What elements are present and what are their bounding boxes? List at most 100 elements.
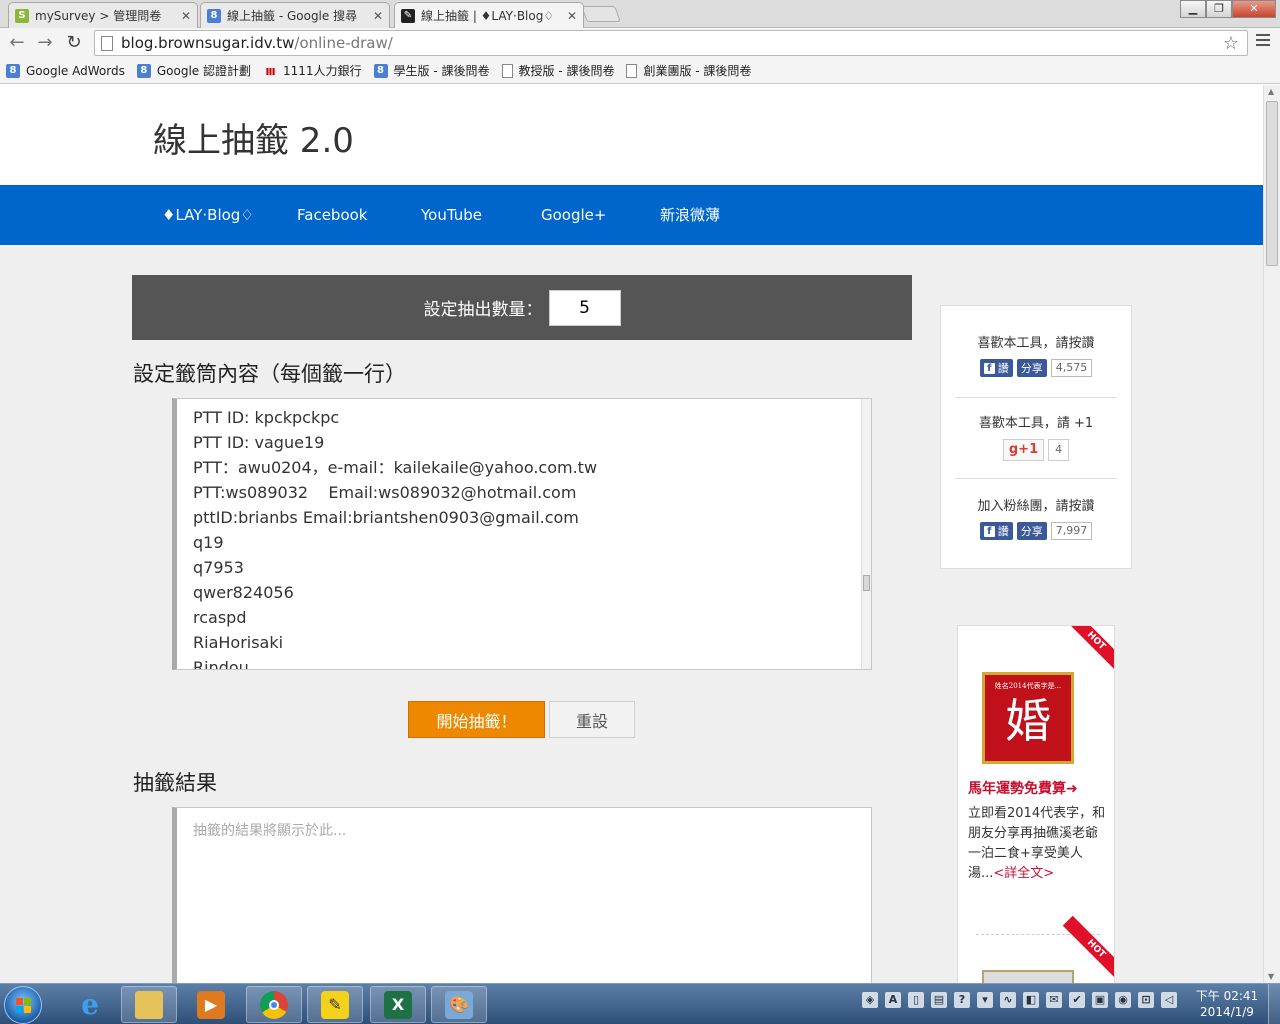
divider — [955, 397, 1117, 398]
tray-icon[interactable]: ✔ — [1069, 992, 1085, 1008]
gplus-button[interactable]: g+1 — [1002, 439, 1045, 461]
paint-taskbar-icon[interactable]: 🎨 — [431, 986, 487, 1023]
fb-like-count: 4,575 — [1050, 359, 1093, 377]
page-scrollbar[interactable]: ▲ ▼ — [1263, 85, 1280, 983]
page-viewport: 線上抽籤 2.0 ♦LAY·Blog♢ Facebook YouTube Goo… — [0, 85, 1263, 983]
back-arrow-icon[interactable]: ← — [6, 32, 28, 54]
scroll-down-arrow-icon[interactable]: ▼ — [1268, 972, 1274, 981]
ad-read-more-link[interactable]: <詳全文> — [993, 866, 1054, 881]
entry-line: PTT：awu0204，e-mail：kailekaile@yahoo.com.… — [193, 458, 598, 477]
fb-like-button[interactable]: f讚 — [979, 359, 1013, 377]
ie-taskbar-icon[interactable]: e — [62, 986, 118, 1023]
tray-icon[interactable]: ✉ — [1046, 992, 1062, 1008]
fb-like-text: 喜歡本工具，請按讚 — [977, 336, 1095, 351]
blog-favicon-icon: ✎ — [401, 8, 415, 23]
bookmark-student-survey[interactable]: 8 學生版 - 課後問卷 — [373, 62, 490, 79]
ad-body: 立即看2014代表字，和朋友分享再抽礁溪老爺一泊二食+享受美人湯...<詳全文> — [968, 804, 1108, 884]
bookmark-google-adwords[interactable]: 8 Google AdWords — [6, 63, 125, 78]
window-close-icon[interactable]: ✕ — [1232, 0, 1276, 18]
start-button[interactable] — [4, 986, 42, 1024]
document-icon — [501, 63, 513, 78]
bookmark-label: 1111人力銀行 — [282, 64, 362, 78]
bookmark-startup-survey[interactable]: 創業團版 - 課後問卷 — [626, 62, 751, 79]
fan-share-button[interactable]: 分享 — [1016, 522, 1047, 540]
taskbar: e ▶ ✎ X 🎨 ◈ A ▯ ▤ ? ▾ ∿ ◧ ✉ ✔ ▣ ◉ ⊡ ◁ 下午… — [0, 983, 1280, 1024]
show-desktop-button[interactable] — [1268, 984, 1280, 1024]
ad-title[interactable]: 馬年運勢免費算➜ — [968, 778, 1078, 798]
ad-thumb-caption: 姓名2014代表字是... — [994, 682, 1062, 690]
nav-facebook[interactable]: Facebook — [297, 185, 367, 245]
fan-like-count: 7,997 — [1050, 522, 1093, 540]
ad-box[interactable]: HOT 姓名2014代表字是... 婚 馬年運勢免費算➜ 立即看2014代表字，… — [957, 625, 1115, 983]
close-icon[interactable]: ✕ — [181, 9, 191, 23]
explorer-taskbar-icon[interactable] — [121, 986, 177, 1023]
draw-count-input[interactable] — [548, 289, 621, 326]
facebook-icon: f — [983, 525, 995, 537]
tray-icon[interactable]: ◧ — [1023, 992, 1039, 1008]
reset-button[interactable]: 重設 — [549, 701, 635, 738]
fan-page-block: 加入粉絲團，請按讚 f讚 分享 7,997 — [941, 495, 1131, 540]
ad-thumbnail[interactable]: 姓名2014代表字是... 婚 — [982, 672, 1074, 764]
gplus-text: 喜歡本工具，請 +1 — [978, 416, 1094, 431]
system-clock[interactable]: 下午 02:41 2014/1/9 — [1190, 988, 1264, 1020]
nav-google-plus[interactable]: Google+ — [541, 185, 606, 245]
entries-scrollbar[interactable] — [861, 399, 871, 669]
close-icon[interactable]: ✕ — [567, 9, 577, 23]
google-icon: 8 — [136, 63, 151, 78]
clock-date: 2014/1/9 — [1200, 1005, 1254, 1019]
network-icon[interactable]: ⊡ — [1138, 992, 1154, 1008]
volume-icon[interactable]: ◁ — [1161, 992, 1177, 1008]
entry-line: PTT ID: kpckpckpc — [193, 408, 340, 427]
close-icon[interactable]: ✕ — [373, 9, 383, 23]
media-player-taskbar-icon[interactable]: ▶ — [183, 986, 239, 1023]
bookmark-star-icon[interactable]: ☆ — [1223, 33, 1239, 54]
start-draw-button[interactable]: 開始抽籤！ — [408, 701, 545, 738]
bookmark-google-certification[interactable]: 8 Google 認證計劃 — [136, 62, 251, 79]
fan-like-label: 讚 — [997, 525, 1009, 538]
minimize-icon[interactable]: ▁ — [1180, 0, 1206, 18]
forward-arrow-icon[interactable]: → — [34, 32, 56, 54]
tray-icon[interactable]: ◉ — [1115, 992, 1131, 1008]
tab-online-draw[interactable]: ✎ 線上抽籤 | ♦LAY·Blog♢ ✕ — [394, 2, 584, 28]
chrome-menu-icon[interactable] — [1256, 34, 1270, 49]
tray-icon[interactable]: ▾ — [977, 992, 993, 1008]
scroll-up-arrow-icon[interactable]: ▲ — [1268, 87, 1274, 96]
sticky-app-taskbar-icon[interactable]: ✎ — [307, 986, 363, 1023]
result-textarea[interactable]: 抽籤的結果將顯示於此... — [172, 807, 872, 983]
maximize-icon[interactable]: ❐ — [1206, 0, 1232, 18]
tray-icon[interactable]: ▯ — [908, 992, 924, 1008]
url-host: blog.brownsugar.idv.tw — [121, 34, 295, 52]
clock-time: 下午 02:41 — [1195, 989, 1259, 1003]
draw-count-label: 設定抽出數量： — [423, 300, 543, 320]
bookmark-1111[interactable]: ııı 1111人力銀行 — [263, 62, 362, 79]
nav-sina-weibo[interactable]: 新浪微薄 — [660, 185, 720, 245]
tray-icon[interactable]: ∿ — [1000, 992, 1016, 1008]
new-tab-button[interactable] — [581, 6, 621, 22]
fan-like-button[interactable]: f讚 — [979, 522, 1013, 540]
tray-icon[interactable]: ▣ — [1092, 992, 1108, 1008]
fb-share-button[interactable]: 分享 — [1016, 359, 1047, 377]
google-icon: 8 — [373, 63, 388, 78]
entries-scroll-thumb[interactable] — [863, 575, 870, 591]
ime-icon[interactable]: A — [885, 992, 901, 1008]
entries-list: Ptron PTT ID: kpckpckpc PTT ID: vague19 PTT… — [193, 399, 598, 669]
reload-icon[interactable]: ↻ — [63, 32, 85, 54]
ad-thumbnail-2[interactable] — [982, 970, 1074, 983]
entry-line: q7953 — [193, 558, 244, 577]
entries-textarea[interactable]: Ptron PTT ID: kpckpckpc PTT ID: vague19 PTT… — [172, 398, 872, 670]
help-icon[interactable]: ? — [954, 992, 970, 1008]
nav-youtube[interactable]: YouTube — [421, 185, 482, 245]
bookmarks-bar: 8 Google AdWords 8 Google 認證計劃 ııı 1111人力銀行… — [0, 58, 1280, 84]
tab-google-search[interactable]: 8 線上抽籤 - Google 搜尋 ✕ — [200, 2, 390, 28]
bookmark-professor-survey[interactable]: 教授版 - 課後問卷 — [501, 62, 614, 79]
keyboard-icon[interactable]: ▤ — [931, 992, 947, 1008]
address-bar[interactable]: blog.brownsugar.idv.tw/online-draw/ ☆ — [94, 30, 1248, 56]
nav-lay-blog[interactable]: ♦LAY·Blog♢ — [162, 185, 254, 245]
tab-mysurvey[interactable]: S mySurvey > 管理問卷 ✕ — [8, 2, 198, 28]
chrome-taskbar-icon[interactable] — [246, 986, 302, 1023]
bookmark-label: 學生版 - 課後問卷 — [393, 64, 490, 78]
page-scroll-thumb[interactable] — [1266, 101, 1278, 266]
gplus-block: 喜歡本工具，請 +1 g+1 4 — [941, 412, 1131, 461]
tray-icon[interactable]: ◈ — [862, 992, 878, 1008]
excel-taskbar-icon[interactable]: X — [370, 986, 426, 1023]
